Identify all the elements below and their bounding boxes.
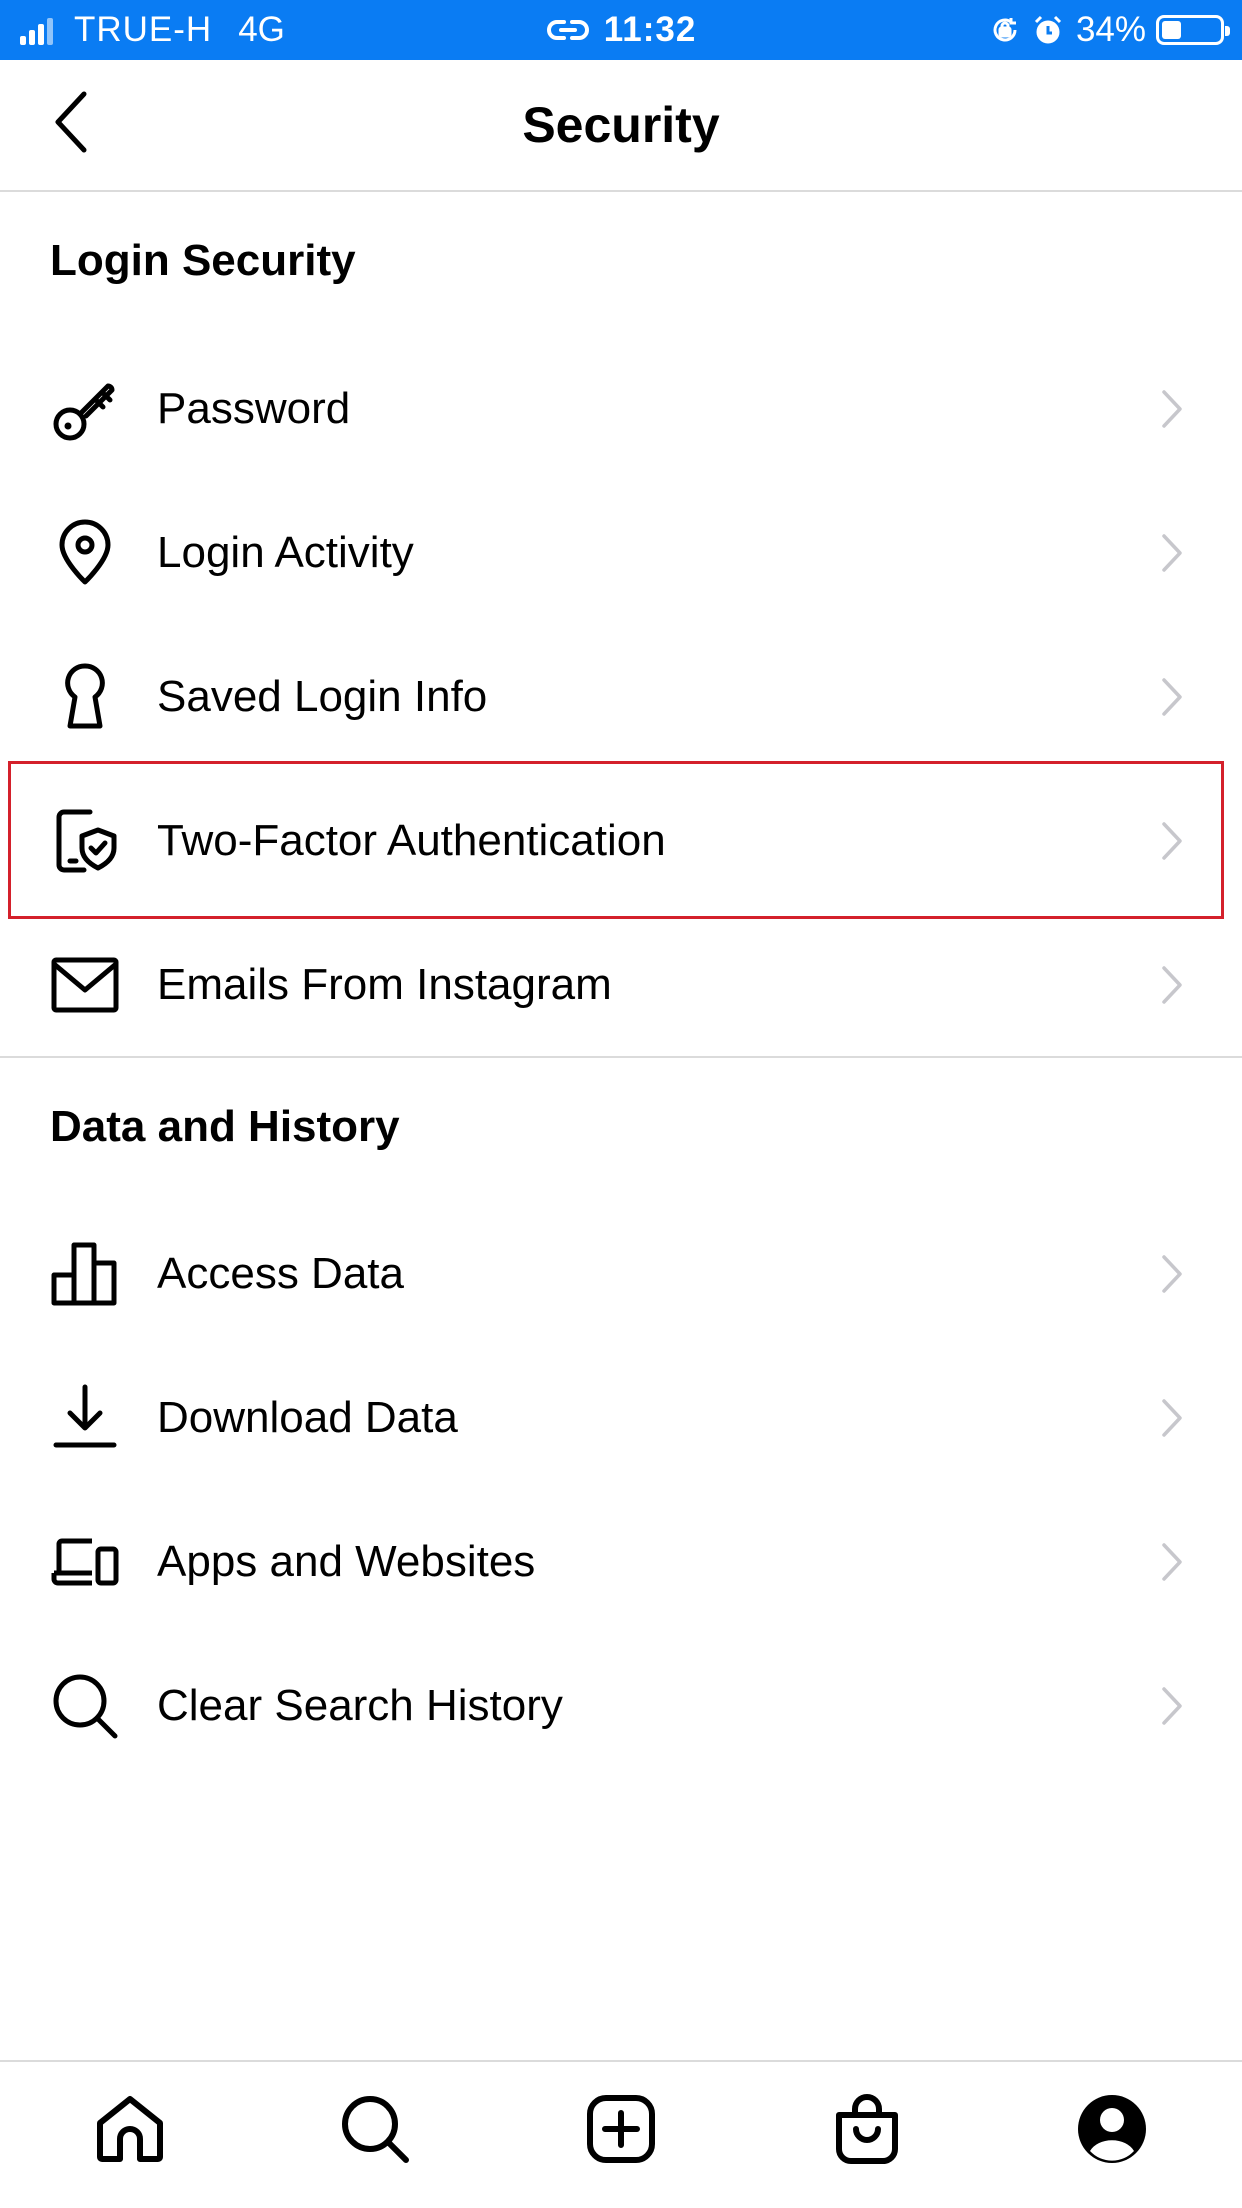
profile-icon (1078, 2095, 1146, 2163)
chevron-right-icon (1152, 1686, 1192, 1726)
link-icon (546, 17, 590, 43)
key-icon (50, 374, 120, 444)
status-right: 34% (990, 0, 1230, 60)
chevron-right-icon (1152, 1542, 1192, 1582)
section-title-data-history: Data and History (50, 1102, 400, 1151)
search-icon (50, 1671, 120, 1741)
chevron-right-icon (1152, 677, 1192, 717)
phone-shield-icon (50, 806, 120, 876)
location-pin-icon (50, 518, 120, 588)
home-icon (97, 2096, 163, 2162)
chevron-right-icon (1152, 1398, 1192, 1438)
section-title-login-security: Login Security (50, 236, 356, 285)
clock-time: 11:32 (603, 10, 697, 49)
status-left: TRUE-H 4G (20, 0, 285, 60)
row-login-activity[interactable]: Login Activity (0, 481, 1242, 625)
row-password[interactable]: Password (0, 337, 1242, 481)
row-download-data[interactable]: Download Data (0, 1346, 1242, 1490)
tab-create[interactable] (576, 2084, 666, 2174)
status-bar: TRUE-H 4G 11:32 34% (0, 0, 1242, 60)
chevron-right-icon (1152, 821, 1192, 861)
envelope-icon (50, 950, 120, 1020)
back-button[interactable] (40, 86, 104, 158)
bottom-tab-bar (0, 2060, 1242, 2208)
chevron-right-icon (1152, 389, 1192, 429)
row-access-data[interactable]: Access Data (0, 1202, 1242, 1346)
row-label-two-factor-authentication: Two-Factor Authentication (157, 816, 666, 865)
row-label-access-data: Access Data (157, 1249, 404, 1298)
row-label-saved-login-info: Saved Login Info (157, 672, 488, 721)
battery-icon (1156, 15, 1230, 45)
row-two-factor-authentication[interactable]: Two-Factor Authentication (0, 769, 1242, 913)
row-label-emails-from-instagram: Emails From Instagram (157, 960, 612, 1009)
download-icon (50, 1383, 120, 1453)
tab-profile[interactable] (1067, 2084, 1157, 2174)
tab-search[interactable] (330, 2084, 420, 2174)
row-label-login-activity: Login Activity (157, 528, 414, 577)
network-type: 4G (238, 10, 285, 49)
keyhole-icon (50, 662, 120, 732)
row-label-password: Password (157, 384, 351, 433)
chevron-right-icon (1152, 1254, 1192, 1294)
bar-chart-icon (50, 1239, 120, 1309)
row-label-apps-and-websites: Apps and Websites (157, 1537, 536, 1586)
alarm-icon (1032, 14, 1064, 46)
row-label-download-data: Download Data (157, 1393, 458, 1442)
chevron-left-icon (55, 91, 87, 153)
create-post-icon (587, 2095, 655, 2163)
rotation-lock-icon (990, 15, 1020, 45)
tab-home[interactable] (85, 2084, 175, 2174)
page-title: Security (522, 97, 720, 153)
nav-header: Security (0, 60, 1242, 192)
chevron-right-icon (1152, 965, 1192, 1005)
shop-icon (836, 2094, 898, 2164)
battery-fill (1162, 21, 1181, 39)
carrier-name: TRUE-H (74, 10, 213, 49)
search-icon (342, 2096, 409, 2163)
tab-shop[interactable] (822, 2084, 912, 2174)
row-saved-login-info[interactable]: Saved Login Info (0, 625, 1242, 769)
row-label-clear-search-history: Clear Search History (157, 1681, 563, 1730)
row-emails-from-instagram[interactable]: Emails From Instagram (0, 913, 1242, 1057)
row-apps-and-websites[interactable]: Apps and Websites (0, 1490, 1242, 1634)
cellular-signal-icon (20, 15, 56, 45)
battery-percent: 34% (1075, 10, 1146, 49)
row-clear-search-history[interactable]: Clear Search History (0, 1634, 1242, 1778)
laptop-phone-icon (50, 1527, 120, 1597)
section-divider (0, 1056, 1242, 1058)
chevron-right-icon (1152, 533, 1192, 573)
